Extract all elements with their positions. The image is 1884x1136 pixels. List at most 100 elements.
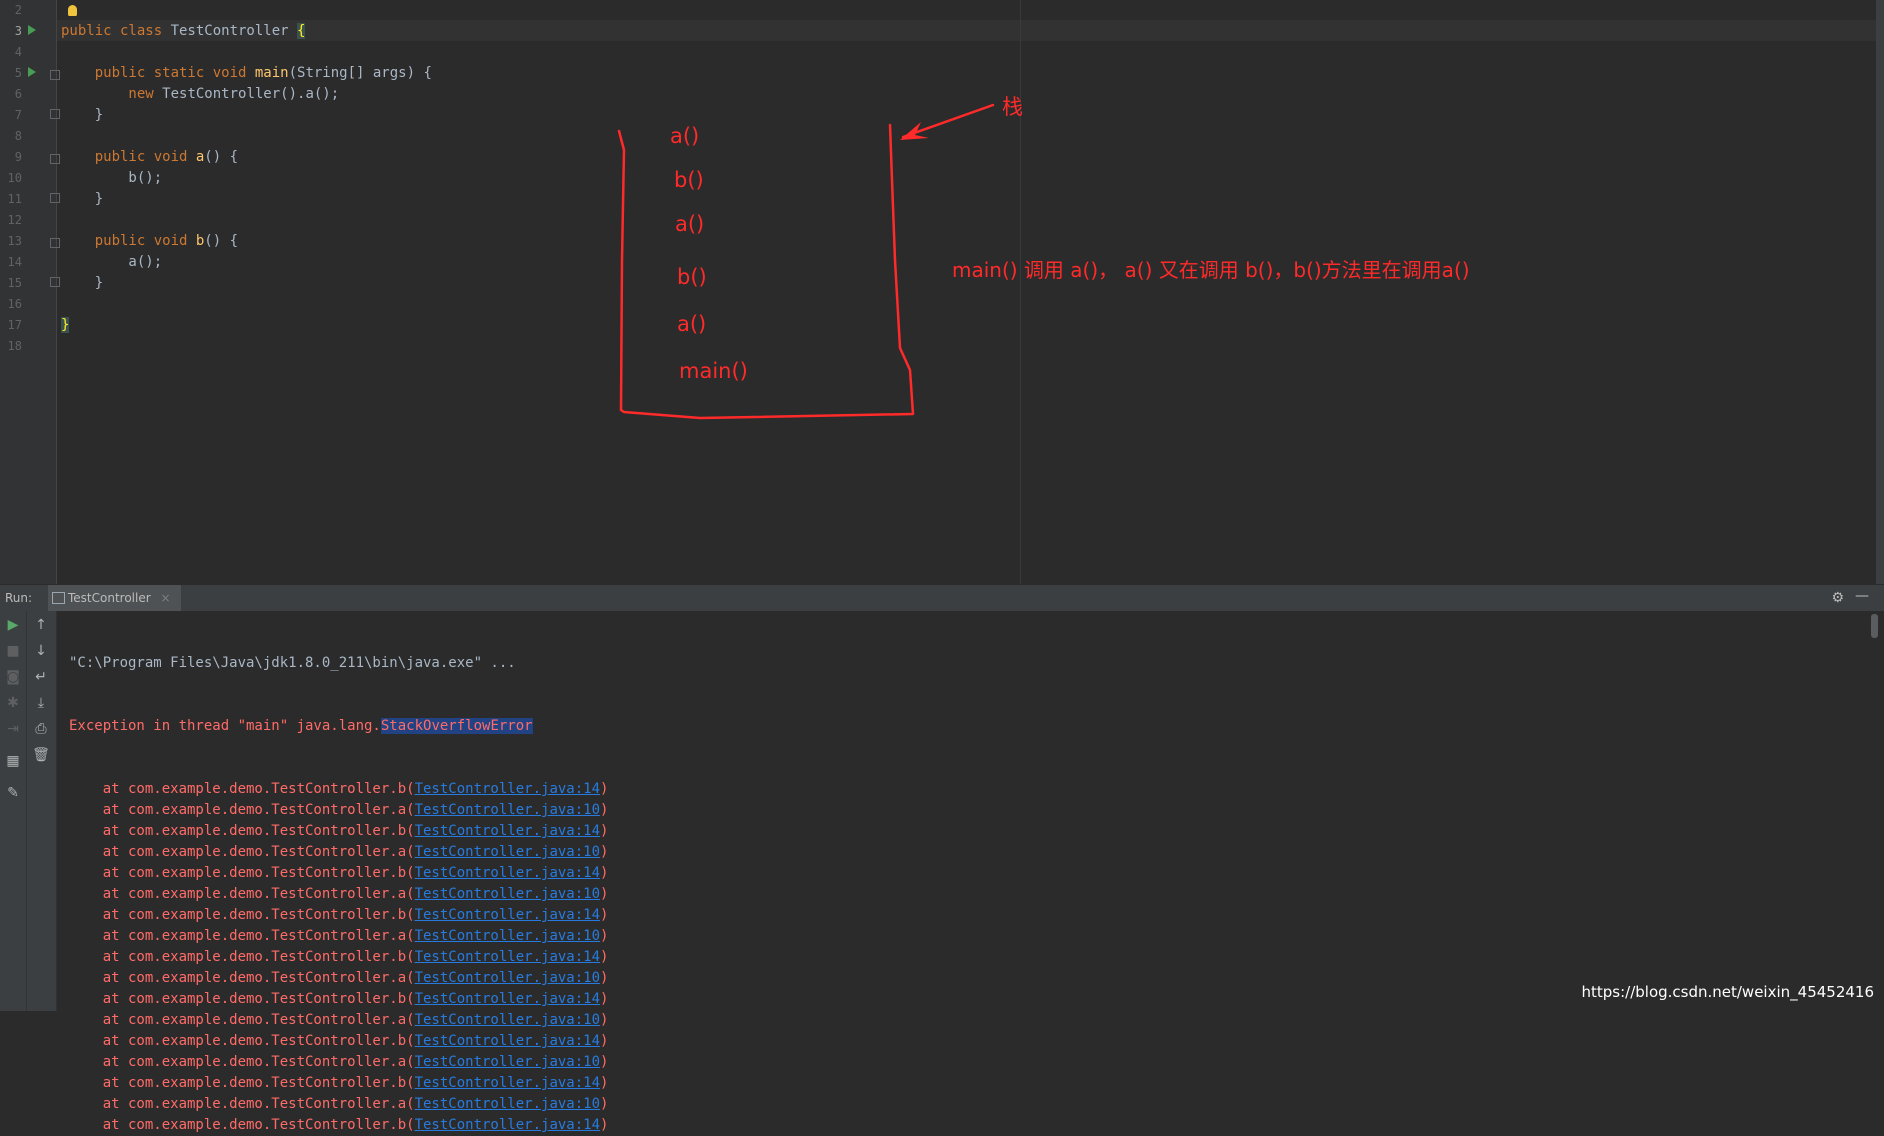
source-link[interactable]: TestController.java:10 xyxy=(415,844,600,860)
stack-trace-line: at com.example.demo.TestController.a(Tes… xyxy=(69,1010,609,1031)
source-link[interactable]: TestController.java:10 xyxy=(415,886,600,902)
trace-frame-suffix: ) xyxy=(600,1075,609,1091)
arrow-up-icon[interactable]: ↑ xyxy=(31,615,51,635)
run-console[interactable]: ▶ ■ ◙ ✱ ⇥ ▦ ✎ ↑ ↓ ↵ ⤓ ⎙ 🗑 "C:\Program Fi… xyxy=(0,611,1884,1133)
call-chain-note: main() 调用 a()， a() 又在调用 b()，b()方法里在调用a() xyxy=(952,258,1470,282)
trace-frame-text: at com.example.demo.TestController.b( xyxy=(69,865,415,881)
trace-frame-text: at com.example.demo.TestController.b( xyxy=(69,1117,415,1133)
console-tab-icon xyxy=(52,592,65,604)
exception-class[interactable]: StackOverflowError xyxy=(380,718,533,734)
trace-frame-text: at com.example.demo.TestController.a( xyxy=(69,970,415,986)
trace-frame-suffix: ) xyxy=(600,949,609,965)
trace-frame-text: at com.example.demo.TestController.b( xyxy=(69,907,415,923)
stop-icon[interactable]: ■ xyxy=(3,641,23,661)
minimize-icon[interactable]: — xyxy=(1855,588,1869,604)
stack-frame: b() xyxy=(677,265,707,289)
trace-frame-text: at com.example.demo.TestController.a( xyxy=(69,802,415,818)
trace-frame-suffix: ) xyxy=(600,865,609,881)
source-link[interactable]: TestController.java:10 xyxy=(415,802,600,818)
console-scrollbar[interactable] xyxy=(1871,614,1878,638)
trace-frame-suffix: ) xyxy=(600,886,609,902)
stack-frame: a() xyxy=(670,124,700,148)
source-link[interactable]: TestController.java:10 xyxy=(415,1054,600,1070)
trace-frame-text: at com.example.demo.TestController.b( xyxy=(69,991,415,1007)
trace-frame-suffix: ) xyxy=(600,844,609,860)
stack-trace-line: at com.example.demo.TestController.a(Tes… xyxy=(69,1094,609,1115)
java-command-line: "C:\Program Files\Java\jdk1.8.0_211\bin\… xyxy=(69,655,516,671)
source-link[interactable]: TestController.java:14 xyxy=(415,991,600,1007)
stack-trace-line: at com.example.demo.TestController.a(Tes… xyxy=(69,800,609,821)
stack-label: 栈 xyxy=(1002,95,1023,119)
stack-trace-line: at com.example.demo.TestController.a(Tes… xyxy=(69,1052,609,1073)
tab-label: TestController xyxy=(68,591,151,605)
trace-frame-suffix: ) xyxy=(600,823,609,839)
source-link[interactable]: TestController.java:14 xyxy=(415,781,600,797)
annotation-overlay xyxy=(617,103,995,420)
stack-frame: a() xyxy=(675,212,705,236)
gear-icon[interactable]: ⚙ xyxy=(1831,590,1844,606)
trace-frame-text: at com.example.demo.TestController.a( xyxy=(69,886,415,902)
source-link[interactable]: TestController.java:10 xyxy=(415,1096,600,1112)
camera-icon[interactable]: ◙ xyxy=(3,667,23,687)
stack-trace-line: at com.example.demo.TestController.b(Tes… xyxy=(69,821,609,842)
console-output[interactable]: "C:\Program Files\Java\jdk1.8.0_211\bin\… xyxy=(69,611,608,1136)
trace-frame-suffix: ) xyxy=(600,1033,609,1049)
source-link[interactable]: TestController.java:14 xyxy=(415,907,600,923)
source-link[interactable]: TestController.java:14 xyxy=(415,1033,600,1049)
exception-prefix: Exception in thread "main" java.lang. xyxy=(69,718,381,734)
trash-icon[interactable]: 🗑 xyxy=(31,745,51,765)
source-link[interactable]: TestController.java:10 xyxy=(415,970,600,986)
trace-frame-text: at com.example.demo.TestController.b( xyxy=(69,949,415,965)
trace-frame-suffix: ) xyxy=(600,991,609,1007)
stack-frame: main() xyxy=(679,359,748,383)
source-link[interactable]: TestController.java:14 xyxy=(415,1117,600,1133)
trace-frame-suffix: ) xyxy=(600,802,609,818)
exit-icon[interactable]: ⇥ xyxy=(3,719,23,739)
trace-frame-text: at com.example.demo.TestController.a( xyxy=(69,1096,415,1112)
stack-trace-line: at com.example.demo.TestController.b(Tes… xyxy=(69,989,609,1010)
tab-testcontroller[interactable]: TestController × xyxy=(48,585,181,611)
source-link[interactable]: TestController.java:14 xyxy=(415,865,600,881)
trace-frame-text: at com.example.demo.TestController.b( xyxy=(69,1075,415,1091)
trace-frame-text: at com.example.demo.TestController.a( xyxy=(69,928,415,944)
console-toolbar: ↑ ↓ ↵ ⤓ ⎙ 🗑 xyxy=(27,611,57,1011)
stack-trace-line: at com.example.demo.TestController.b(Tes… xyxy=(69,947,609,968)
trace-frame-text: at com.example.demo.TestController.a( xyxy=(69,844,415,860)
stack-arrow-line xyxy=(901,103,995,139)
trace-frame-text: at com.example.demo.TestController.a( xyxy=(69,1054,415,1070)
source-link[interactable]: TestController.java:14 xyxy=(415,1075,600,1091)
run-label: Run: xyxy=(5,591,33,605)
source-link[interactable]: TestController.java:10 xyxy=(415,1012,600,1028)
run-tool-window-header: Run: TestController × ⚙ — xyxy=(0,584,1884,612)
stack-trace-line: at com.example.demo.TestController.b(Tes… xyxy=(69,863,609,884)
trace-frame-suffix: ) xyxy=(600,1012,609,1028)
close-icon[interactable]: × xyxy=(161,591,171,605)
trace-frame-suffix: ) xyxy=(600,970,609,986)
stack-trace-line: at com.example.demo.TestController.b(Tes… xyxy=(69,1031,609,1052)
layout-icon[interactable]: ▦ xyxy=(3,751,23,771)
arrow-down-icon[interactable]: ↓ xyxy=(31,641,51,661)
stack-frame: a() xyxy=(677,312,707,336)
stack-trace-line: at com.example.demo.TestController.a(Tes… xyxy=(69,926,609,947)
trace-frame-text: at com.example.demo.TestController.a( xyxy=(69,1012,415,1028)
print-icon[interactable]: ⎙ xyxy=(31,719,51,739)
scroll-to-end-icon[interactable]: ⤓ xyxy=(31,693,51,713)
stack-arrow-head xyxy=(900,122,929,140)
rerun-icon[interactable]: ▶ xyxy=(3,615,23,635)
trace-frame-suffix: ) xyxy=(600,928,609,944)
source-link[interactable]: TestController.java:14 xyxy=(415,823,600,839)
code-editor[interactable]: 2 3 4 5 6 7 8 9 10 11 12 13 14 15 16 17 18 public class … xyxy=(0,0,1884,584)
stack-trace-line: at com.example.demo.TestController.a(Tes… xyxy=(69,968,609,989)
source-link[interactable]: TestController.java:14 xyxy=(415,949,600,965)
stack-trace-line: at com.example.demo.TestController.b(Tes… xyxy=(69,1073,609,1094)
pin-icon[interactable]: ✎ xyxy=(3,783,23,803)
stack-trace-line: at com.example.demo.TestController.a(Tes… xyxy=(69,884,609,905)
stack-trace-line: at com.example.demo.TestController.b(Tes… xyxy=(69,1115,609,1136)
trace-frame-suffix: ) xyxy=(600,907,609,923)
bug-icon[interactable]: ✱ xyxy=(3,693,23,713)
trace-frame-text: at com.example.demo.TestController.b( xyxy=(69,1033,415,1049)
trace-frame-suffix: ) xyxy=(600,1096,609,1112)
source-link[interactable]: TestController.java:10 xyxy=(415,928,600,944)
soft-wrap-icon[interactable]: ↵ xyxy=(31,667,51,687)
exception-line: Exception in thread "main" java.lang.Sta… xyxy=(69,716,608,737)
